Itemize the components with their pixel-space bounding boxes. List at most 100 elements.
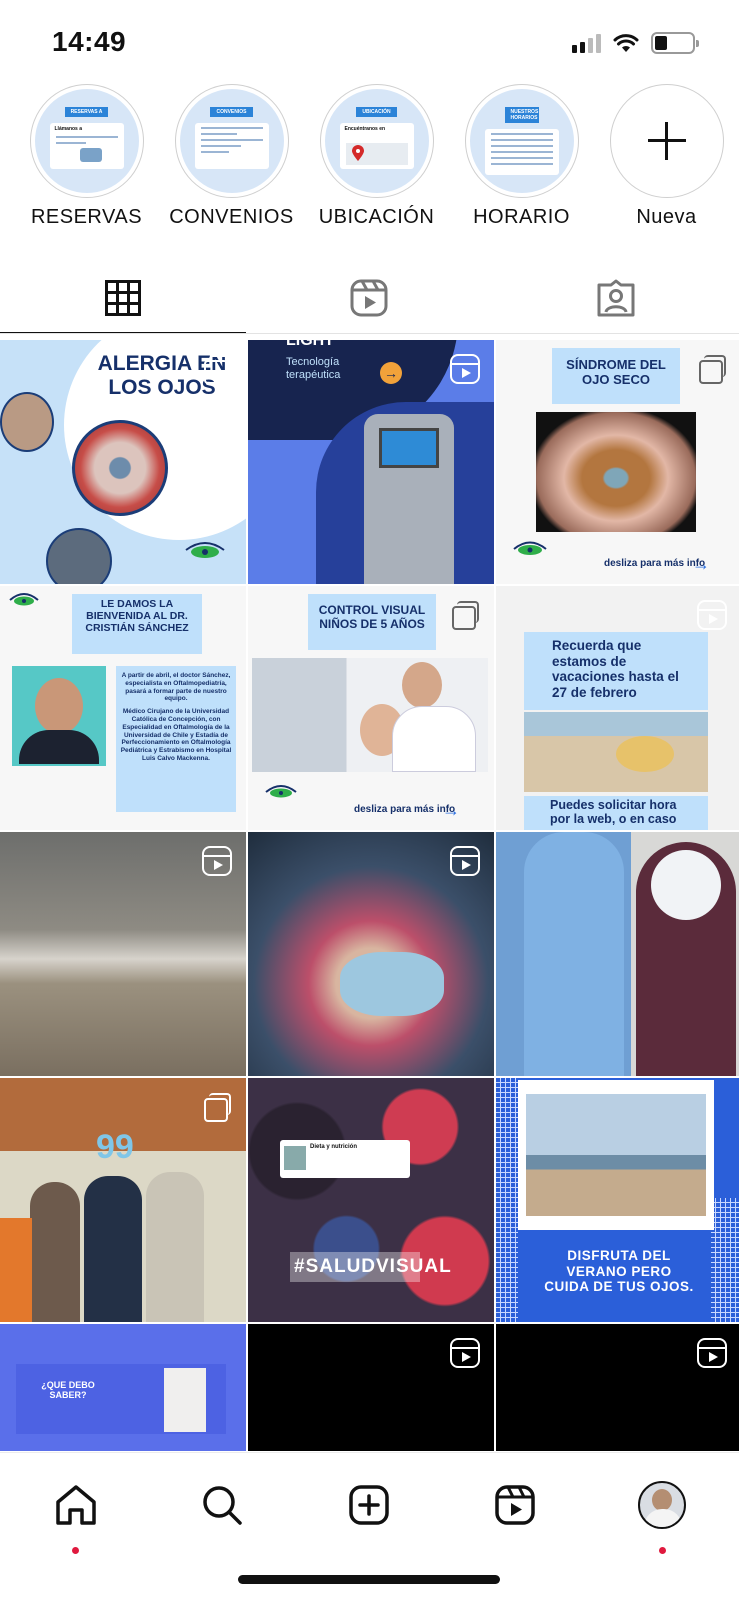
highlight-reservas[interactable]: RESERVAS A Llámanos a RESERVAS xyxy=(14,84,159,234)
swipe-arrow-icon: → xyxy=(442,800,460,820)
beach-photo xyxy=(526,1094,706,1216)
pattern-left xyxy=(496,1078,518,1322)
person-2 xyxy=(84,1176,142,1322)
nav-new-post[interactable] xyxy=(339,1475,399,1535)
highlight-label: UBICACIÓN xyxy=(318,206,435,228)
post-congreso[interactable]: 99 xyxy=(0,1078,246,1322)
highlight-tag: CONVENIOS xyxy=(210,107,253,117)
nav-search[interactable] xyxy=(192,1475,252,1535)
search-icon xyxy=(203,1486,242,1525)
dry-eye-photo xyxy=(536,412,696,532)
map-pin-icon xyxy=(351,145,364,161)
highlight-card xyxy=(484,129,559,175)
highlight-card xyxy=(194,123,269,169)
surgeon-left xyxy=(524,832,624,1076)
eye-drops-photo xyxy=(46,528,112,584)
reels-icon xyxy=(495,1485,535,1525)
beach-hammock-photo xyxy=(524,712,708,792)
cellular-signal-icon xyxy=(572,33,601,53)
clinic-logo xyxy=(185,542,225,558)
highlight-cover[interactable]: CONVENIOS xyxy=(174,84,289,198)
pattern-right xyxy=(711,1198,739,1322)
highlight-horario[interactable]: NUESTROS HORARIOS HORARIO xyxy=(449,84,594,234)
eye-exam-photo xyxy=(252,658,488,772)
home-notification-dot xyxy=(72,1547,79,1554)
profile-tabs xyxy=(0,262,739,334)
post-reel-blur[interactable] xyxy=(248,832,494,1076)
person-3 xyxy=(146,1172,204,1322)
tab-tagged[interactable] xyxy=(493,262,739,334)
post-title: DISFRUTA DEL VERANO PERO CUIDA DE TUS OJ… xyxy=(544,1248,694,1295)
status-bar: 14:49 xyxy=(0,0,739,86)
home-indicator xyxy=(238,1575,500,1584)
eye-photo xyxy=(72,420,168,516)
reel-icon xyxy=(450,354,480,384)
swipe-hint: desliza para más info xyxy=(604,558,706,569)
bio-text: A partir de abril, el doctor Sánchez, es… xyxy=(120,672,232,763)
highlight-convenios[interactable]: CONVENIOS CONVENIOS xyxy=(159,84,304,234)
post-title: ¿QUE DEBO SABER? xyxy=(41,1380,95,1401)
highlight-card-title: Llámanos a xyxy=(54,126,83,132)
plus-icon xyxy=(647,122,686,160)
highlight-tag: RESERVAS A xyxy=(64,107,109,117)
tab-posts-grid[interactable] xyxy=(0,262,247,334)
carousel-icon xyxy=(450,600,480,630)
profile-notification-dot xyxy=(659,1547,666,1554)
new-highlight-button[interactable] xyxy=(609,84,724,198)
highlight-label: HORARIO xyxy=(473,206,570,228)
post-bienvenida[interactable]: LE DAMOS LA BIENVENIDA AL DR. CRISTIÁN S… xyxy=(0,586,246,830)
highlight-card: Llámanos a xyxy=(49,123,124,169)
swipe-arrow-icon: → xyxy=(692,554,710,574)
highlight-new[interactable]: Nueva xyxy=(594,84,739,234)
highlight-cover[interactable]: NUESTROS HORARIOS xyxy=(464,84,579,198)
tab-reels[interactable] xyxy=(246,262,492,334)
bio-paragraph-2: Médico Cirujano de la Universidad Católi… xyxy=(120,708,232,762)
reel-icon xyxy=(697,1338,727,1368)
status-icons xyxy=(572,32,699,54)
post-reel-shore[interactable] xyxy=(0,832,246,1076)
post-reel-black-1[interactable] xyxy=(248,1324,494,1451)
post-title: SÍNDROME DEL OJO SECO xyxy=(566,357,666,387)
post-title: LE DAMOS LA BIENVENIDA AL DR. CRISTIÁN S… xyxy=(85,598,189,635)
post-reel-black-2[interactable] xyxy=(496,1324,739,1451)
bio-paragraph-1: A partir de abril, el doctor Sánchez, es… xyxy=(121,672,231,703)
post-title: Recuerda que estamos de vacaciones hasta… xyxy=(552,638,679,700)
highlight-tag: NUESTROS HORARIOS xyxy=(504,107,539,123)
post-surgeons[interactable] xyxy=(496,832,739,1076)
post-light-therapy[interactable]: LIGHT Tecnología terapéutica → xyxy=(248,340,494,584)
post-salud-visual[interactable]: Dieta y nutrición #SALUDVISUAL xyxy=(248,1078,494,1322)
highlight-card: Encuéntranos en xyxy=(339,123,414,169)
glasses-photo xyxy=(164,1368,206,1432)
highlight-card-title: Encuéntranos en xyxy=(344,126,386,132)
surgeon-right xyxy=(636,842,736,1076)
post-ojo-seco[interactable]: SÍNDROME DEL OJO SECO desliza para más i… xyxy=(496,340,739,584)
banner-number: 99 xyxy=(96,1128,134,1166)
highlight-tag: UBICACIÓN xyxy=(356,107,397,117)
photo-frame xyxy=(518,1080,714,1230)
home-icon xyxy=(56,1485,96,1525)
post-vacaciones[interactable]: Recuerda que estamos de vacaciones hasta… xyxy=(496,586,739,830)
story-highlights: RESERVAS A Llámanos a RESERVAS CONVENIOS… xyxy=(0,84,739,234)
article-card: Dieta y nutrición xyxy=(280,1140,410,1178)
clinic-logo xyxy=(265,785,297,798)
person-1 xyxy=(30,1182,80,1322)
article-card-title: Dieta y nutrición xyxy=(310,1144,358,1150)
nav-reels[interactable] xyxy=(485,1475,545,1535)
nav-profile[interactable] xyxy=(632,1475,692,1535)
post-disfruta-verano[interactable]: DISFRUTA DEL VERANO PERO CUIDA DE TUS OJ… xyxy=(496,1078,739,1322)
reel-icon xyxy=(450,1338,480,1368)
phone-image xyxy=(79,148,102,162)
wifi-icon xyxy=(613,34,639,52)
post-alergia[interactable]: ALERGIA EN LOS OJOS xyxy=(0,340,246,584)
highlight-cover[interactable]: RESERVAS A Llámanos a xyxy=(29,84,144,198)
highlight-label: CONVENIOS xyxy=(169,206,294,228)
highlight-cover[interactable]: UBICACIÓN Encuéntranos en xyxy=(319,84,434,198)
nav-home[interactable] xyxy=(46,1475,106,1535)
battery-icon xyxy=(651,32,699,54)
highlight-ubicacion[interactable]: UBICACIÓN Encuéntranos en UBICACIÓN xyxy=(304,84,449,234)
hashtag: #SALUDVISUAL xyxy=(294,1256,452,1277)
carousel-icon xyxy=(697,354,727,384)
clinic-logo xyxy=(9,593,39,606)
post-que-debo-saber[interactable]: ¿QUE DEBO SABER? xyxy=(0,1324,246,1451)
post-control-visual[interactable]: CONTROL VISUAL NIÑOS DE 5 AÑOS desliza p… xyxy=(248,586,494,830)
